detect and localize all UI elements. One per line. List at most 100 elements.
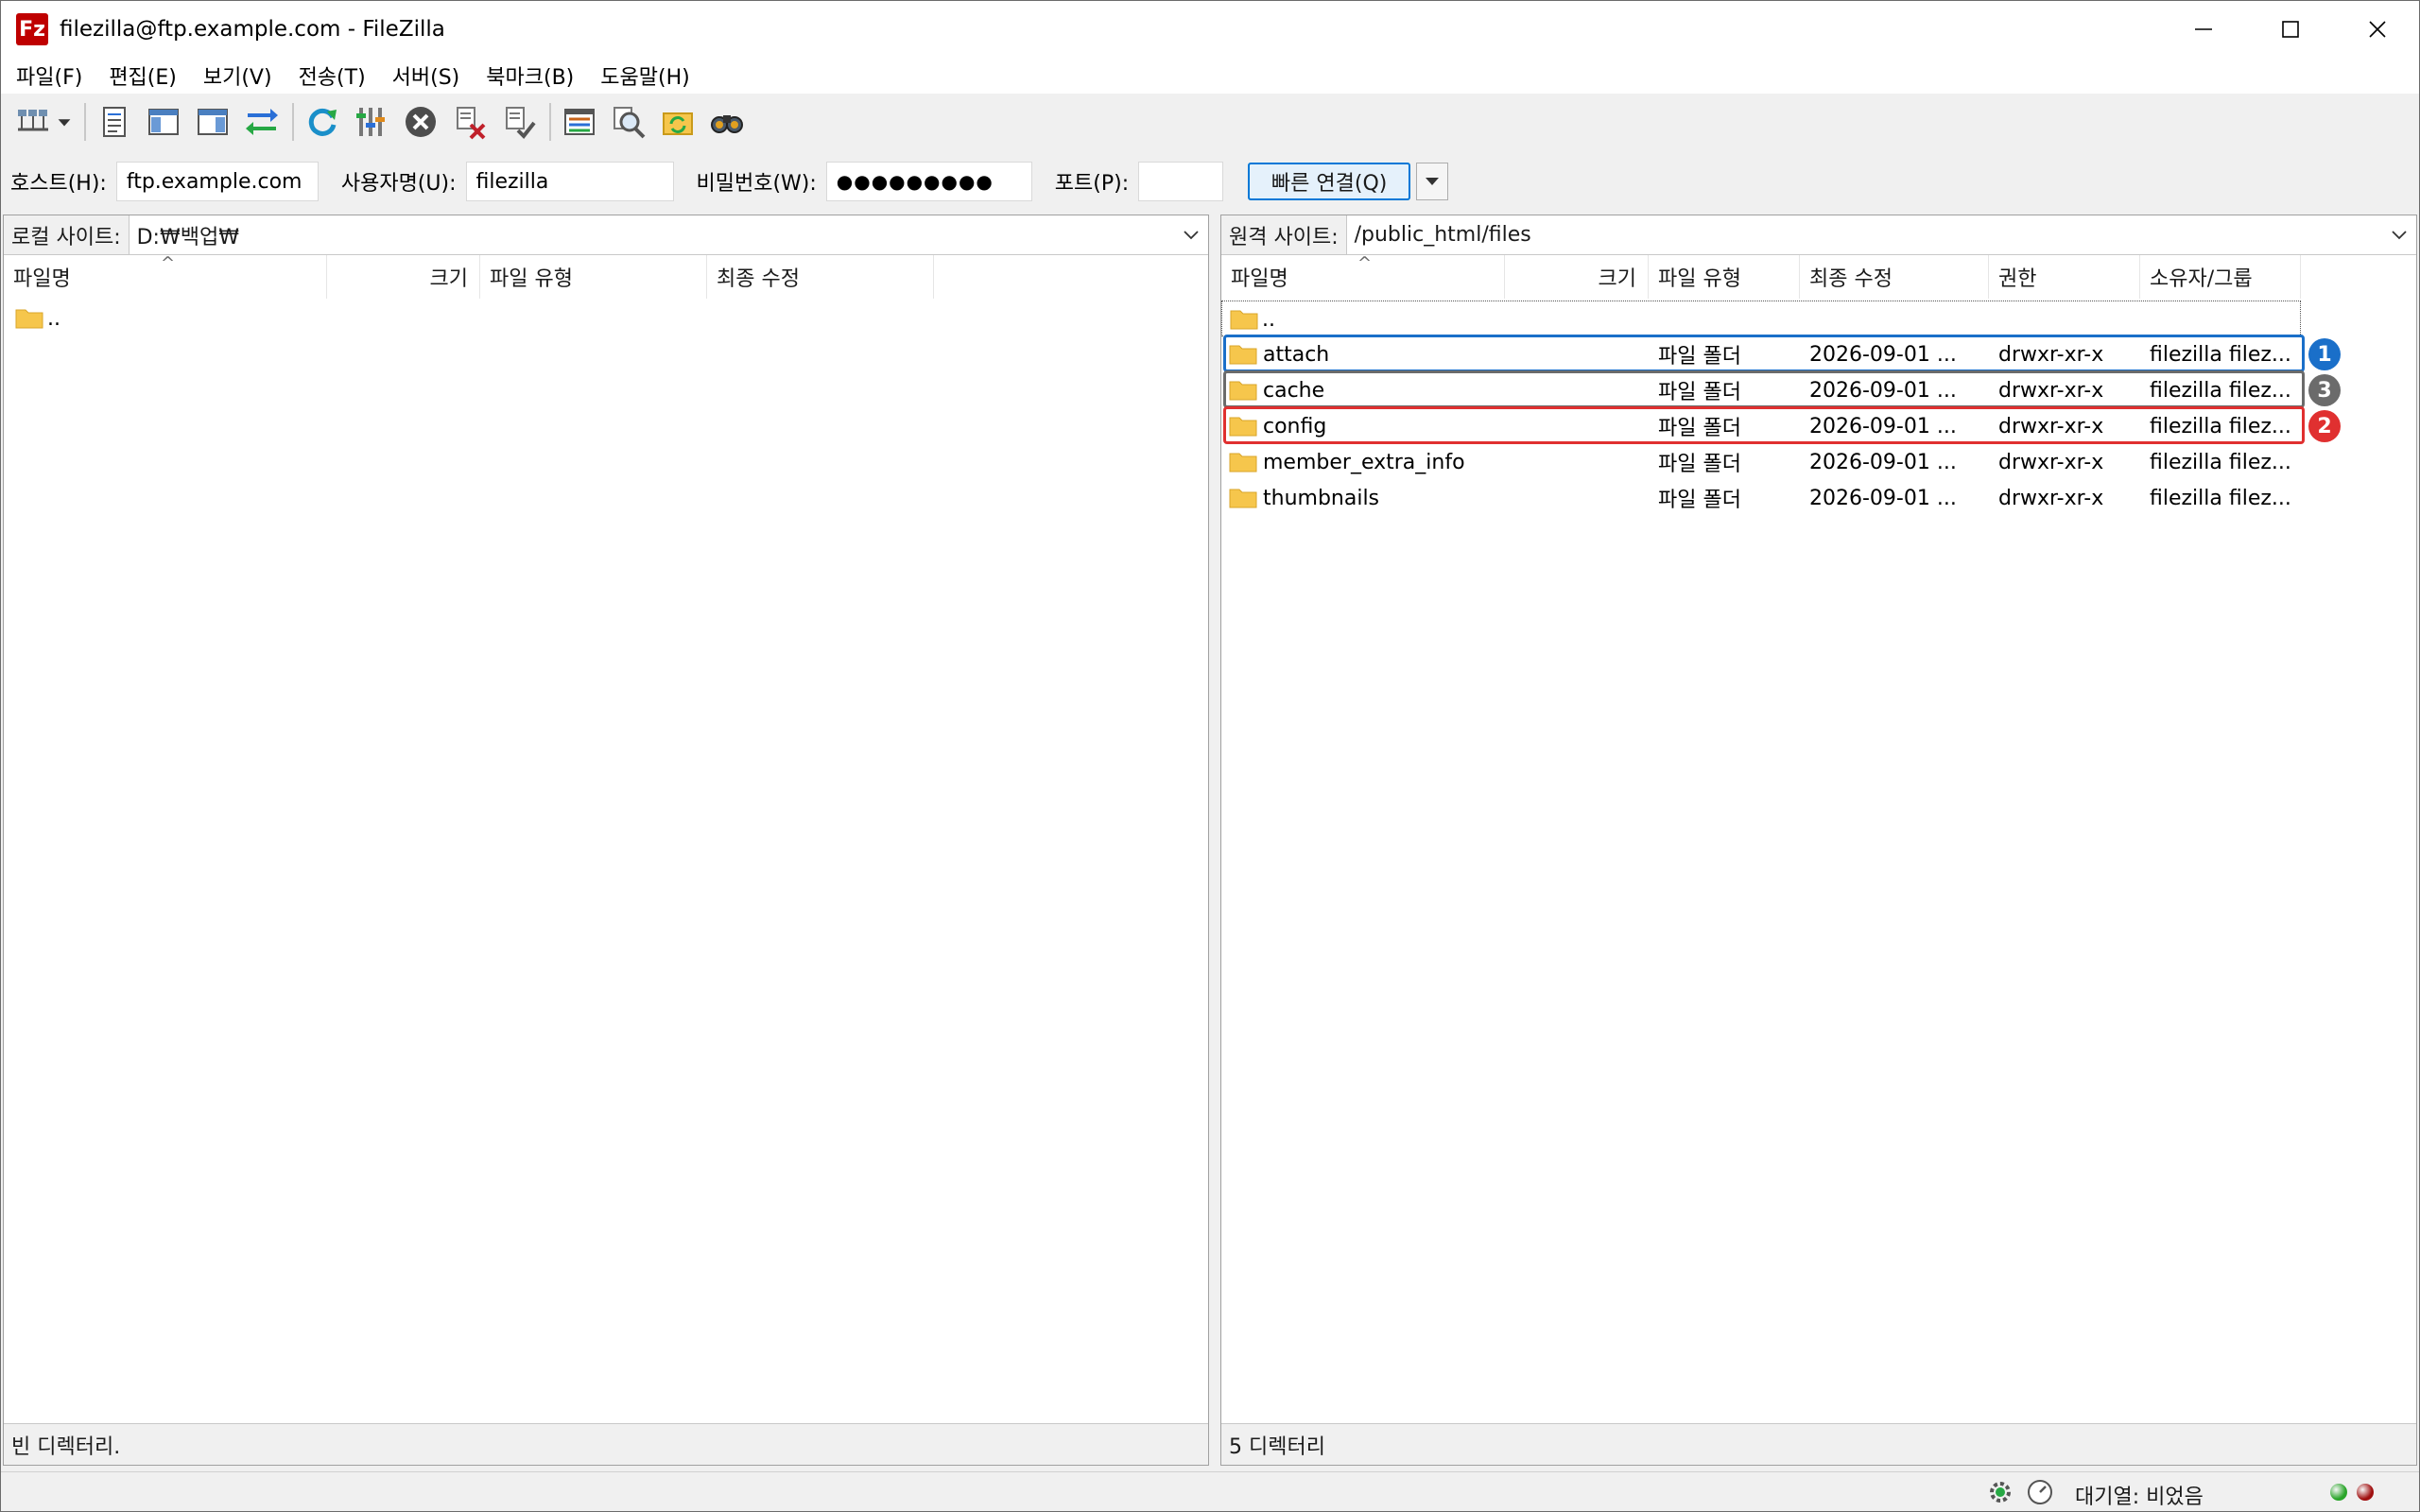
remote-row-permissions: drwxr-xr-x: [1998, 450, 2104, 474]
port-label: 포트(P):: [1054, 172, 1130, 196]
local-parent-row[interactable]: ..: [4, 301, 1208, 336]
remote-pane: 원격 사이트: /public_html/files 파일명 ^ 크기 파일 유형…: [1220, 215, 2417, 1466]
annotation-badge-3: 3: [2308, 374, 2341, 406]
site-manager-dropdown[interactable]: [54, 101, 75, 143]
menu-edit[interactable]: 편집(E): [109, 60, 177, 91]
menu-file[interactable]: 파일(F): [16, 60, 82, 91]
local-status: 빈 디렉터리.: [4, 1423, 1208, 1465]
disconnect-button[interactable]: [449, 101, 491, 143]
remote-path-input[interactable]: /public_html/files: [1346, 215, 2416, 254]
remote-col-size[interactable]: 크기: [1505, 255, 1649, 299]
site-manager-button[interactable]: [12, 101, 54, 143]
remote-row-owner: filezilla filez...: [2150, 486, 2291, 510]
local-row-name: ..: [47, 306, 60, 331]
toggle-remote-tree-button[interactable]: [192, 101, 233, 143]
pane-splitter[interactable]: [1211, 215, 1219, 1466]
remote-parent-name: ..: [1262, 307, 1275, 332]
toggle-local-tree-icon: [148, 109, 179, 135]
remote-col-modified[interactable]: 최종 수정: [1800, 255, 1989, 299]
highlight-attach: [1223, 335, 2305, 372]
status-bar: 대기열: 비었음: [1, 1471, 2419, 1511]
toggle-log-button[interactable]: [94, 101, 135, 143]
maximize-icon: [2282, 21, 2299, 38]
process-queue-icon: [356, 108, 385, 136]
remote-row-modified: 2026-09-01 ...: [1809, 486, 1957, 510]
remote-row-type: 파일 폴더: [1658, 453, 1741, 476]
username-input[interactable]: filezilla: [465, 162, 674, 201]
process-queue-button[interactable]: [351, 101, 392, 143]
remote-status: 5 디렉터리: [1221, 1423, 2416, 1465]
remote-col-type[interactable]: 파일 유형: [1649, 255, 1800, 299]
refresh-icon: [308, 108, 337, 136]
local-pane: 로컬 사이트: D:₩백업₩ 파일명 ^ 크기 파일 유형 최종 수정 .. 빈 …: [3, 215, 1209, 1466]
toolbar-divider: [549, 103, 551, 141]
remote-col-filename[interactable]: 파일명 ^: [1221, 253, 1505, 299]
local-col-modified[interactable]: 최종 수정: [707, 255, 934, 299]
window-title: filezilla@ftp.example.com - FileZilla: [60, 17, 445, 42]
menu-bar: 파일(F) 편집(E) 보기(V) 전송(T) 서버(S) 북마크(B) 도움말…: [1, 58, 2419, 94]
remote-row-name: member_extra_info: [1263, 450, 1465, 474]
local-col-filename[interactable]: 파일명 ^: [4, 253, 327, 299]
close-button[interactable]: [2334, 1, 2420, 58]
filter-button[interactable]: [559, 101, 600, 143]
remote-path-text: /public_html/files: [1354, 223, 1531, 247]
local-path-text: D:₩백업₩: [136, 225, 239, 249]
host-input[interactable]: ftp.example.com: [115, 162, 319, 201]
toggle-log-icon: [103, 107, 126, 137]
local-col-size[interactable]: 크기: [327, 255, 480, 299]
password-input[interactable]: ●●●●●●●●●: [825, 162, 1032, 201]
reconnect-icon: [506, 107, 536, 140]
quickconnect-bar: 호스트(H): ftp.example.com 사용자명(U): filezil…: [1, 158, 2419, 205]
speed-limit-icon[interactable]: [2026, 1478, 2054, 1506]
maximize-button[interactable]: [2247, 1, 2334, 58]
port-input[interactable]: [1138, 162, 1224, 201]
menu-view[interactable]: 보기(V): [203, 60, 272, 91]
menu-transfer[interactable]: 전송(T): [299, 60, 366, 91]
cancel-button[interactable]: [400, 101, 441, 143]
remote-row-owner: filezilla filez...: [2150, 450, 2291, 474]
local-col-type[interactable]: 파일 유형: [480, 255, 707, 299]
filter-icon: [564, 109, 595, 135]
remote-col-owner[interactable]: 소유자/그룹: [2140, 255, 2301, 299]
annotation-badge-2: 2: [2308, 410, 2341, 442]
toggle-queue-icon: [246, 109, 278, 135]
toggle-queue-button[interactable]: [241, 101, 283, 143]
remote-row-member-extra-info[interactable]: member_extra_info 파일 폴더 2026-09-01 ... d…: [1221, 444, 2301, 480]
folder-icon: [1229, 453, 1257, 472]
chevron-down-icon[interactable]: [2390, 225, 2409, 244]
menu-server[interactable]: 서버(S): [392, 60, 460, 91]
search-button[interactable]: [706, 101, 748, 143]
remote-row-modified: 2026-09-01 ...: [1809, 450, 1957, 474]
close-icon: [2369, 21, 2386, 38]
chevron-down-icon: [1426, 178, 1440, 185]
folder-icon: [15, 309, 43, 329]
remote-parent-row[interactable]: ..: [1221, 301, 2301, 336]
refresh-button[interactable]: [302, 101, 343, 143]
quickconnect-button[interactable]: 빠른 연결(Q): [1248, 163, 1411, 200]
filezilla-window: Fz filezilla@ftp.example.com - FileZilla…: [0, 0, 2420, 1512]
highlight-cache: [1223, 370, 2305, 408]
local-site-label: 로컬 사이트:: [4, 215, 130, 254]
local-path-bar: 로컬 사이트: D:₩백업₩: [4, 215, 1208, 255]
remote-row-thumbnails[interactable]: thumbnails 파일 폴더 2026-09-01 ... drwxr-xr…: [1221, 480, 2301, 516]
reconnect-button[interactable]: [498, 101, 540, 143]
search-icon: [711, 115, 743, 133]
minimize-button[interactable]: [2160, 1, 2247, 58]
sync-browse-icon: [663, 112, 693, 135]
chevron-down-icon[interactable]: [1182, 225, 1201, 244]
toolbar-divider: [292, 103, 294, 141]
toggle-local-tree-button[interactable]: [143, 101, 184, 143]
site-manager-icon: [18, 110, 48, 131]
quickconnect-history-button[interactable]: [1416, 163, 1449, 200]
menu-help[interactable]: 도움말(H): [600, 60, 689, 91]
remote-column-header: 파일명 ^ 크기 파일 유형 최종 수정 권한 소유자/그룹: [1221, 253, 2416, 299]
remote-row-name: thumbnails: [1263, 486, 1380, 510]
gear-icon[interactable]: [1986, 1478, 2014, 1506]
compare-button[interactable]: [608, 101, 649, 143]
host-label: 호스트(H):: [10, 172, 107, 196]
remote-col-permissions[interactable]: 권한: [1989, 255, 2140, 299]
sync-browse-button[interactable]: [657, 101, 699, 143]
local-path-input[interactable]: D:₩백업₩: [129, 215, 1208, 254]
menu-bookmarks[interactable]: 북마크(B): [486, 60, 574, 91]
sort-ascending-icon: ^: [161, 253, 176, 273]
